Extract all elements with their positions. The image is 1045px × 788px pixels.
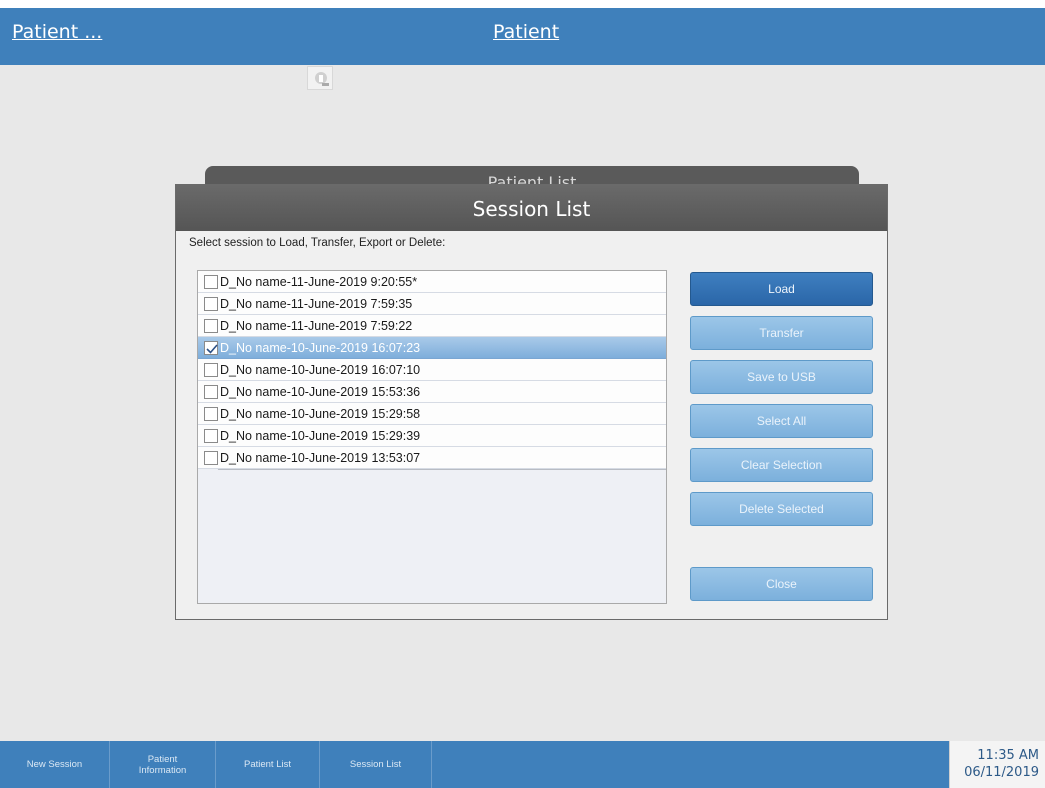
list-item[interactable]: D_No name-10-June-2019 13:53:07 <box>198 447 666 469</box>
session-label: D_No name-10-June-2019 15:29:58 <box>220 406 421 421</box>
clear-selection-button[interactable]: Clear Selection <box>690 448 873 482</box>
session-label: D_No name-10-June-2019 16:07:23 <box>220 340 421 355</box>
list-item-selected[interactable]: D_No name-10-June-2019 16:07:23 <box>198 337 666 359</box>
list-item[interactable]: D_No name-10-June-2019 15:29:58 <box>198 403 666 425</box>
session-label: D_No name-10-June-2019 15:53:36 <box>220 384 421 399</box>
session-checkbox[interactable] <box>204 428 218 443</box>
session-list-dialog: Session List Select session to Load, Tra… <box>175 184 888 620</box>
header-left-title-link[interactable]: Patient ... <box>12 21 102 43</box>
session-label: D_No name-11-June-2019 7:59:22 <box>220 318 413 333</box>
list-divider <box>218 469 666 470</box>
session-list[interactable]: D_No name-11-June-2019 9:20:55* D_No nam… <box>197 270 667 604</box>
list-item[interactable]: D_No name-10-June-2019 16:07:10 <box>198 359 666 381</box>
load-button[interactable]: Load <box>690 272 873 306</box>
taskbar-new-session[interactable]: New Session <box>0 741 110 788</box>
transfer-button[interactable]: Transfer <box>690 316 873 350</box>
dialog-instruction: Select session to Load, Transfer, Export… <box>189 237 446 249</box>
session-label: D_No name-10-June-2019 16:07:10 <box>220 362 421 377</box>
session-checkbox[interactable] <box>204 362 218 377</box>
list-item[interactable]: D_No name-11-June-2019 7:59:35 <box>198 293 666 315</box>
clock: 11:35 AM 06/11/2019 <box>949 741 1045 788</box>
header-bar: Patient ... Patient <box>0 8 1045 65</box>
close-button[interactable]: Close <box>690 567 873 601</box>
session-checkbox[interactable] <box>204 450 218 465</box>
list-item[interactable]: D_No name-10-June-2019 15:53:36 <box>198 381 666 403</box>
session-checkbox[interactable] <box>204 274 218 289</box>
list-item[interactable]: D_No name-10-June-2019 15:29:39 <box>198 425 666 447</box>
list-item[interactable]: D_No name-11-June-2019 7:59:22 <box>198 315 666 337</box>
list-item[interactable]: D_No name-11-June-2019 9:20:55* <box>198 271 666 293</box>
session-checkbox[interactable] <box>204 406 218 421</box>
session-label: D_No name-10-June-2019 13:53:07 <box>220 450 421 465</box>
session-label: D_No name-11-June-2019 9:20:55* <box>220 274 418 289</box>
device-icon <box>307 66 333 90</box>
checkmark-icon <box>206 343 218 354</box>
session-checkbox[interactable] <box>204 318 218 333</box>
taskbar-patient-information[interactable]: Patient Information <box>110 741 216 788</box>
session-checkbox[interactable] <box>204 296 218 311</box>
session-label: D_No name-10-June-2019 15:29:39 <box>220 428 421 443</box>
taskbar-session-list[interactable]: Session List <box>320 741 432 788</box>
top-strip <box>0 0 1045 8</box>
delete-selected-button[interactable]: Delete Selected <box>690 492 873 526</box>
dialog-title: Session List <box>176 185 887 231</box>
session-checkbox-checked[interactable] <box>204 340 218 355</box>
clock-time: 11:35 AM <box>977 748 1039 763</box>
session-checkbox[interactable] <box>204 384 218 399</box>
session-label: D_No name-11-June-2019 7:59:35 <box>220 296 413 311</box>
select-all-button[interactable]: Select All <box>690 404 873 438</box>
taskbar-patient-list[interactable]: Patient List <box>216 741 320 788</box>
clock-date: 06/11/2019 <box>964 765 1039 780</box>
taskbar: New Session Patient Information Patient … <box>0 741 1045 788</box>
header-center-title-link[interactable]: Patient <box>493 21 559 43</box>
save-to-usb-button[interactable]: Save to USB <box>690 360 873 394</box>
